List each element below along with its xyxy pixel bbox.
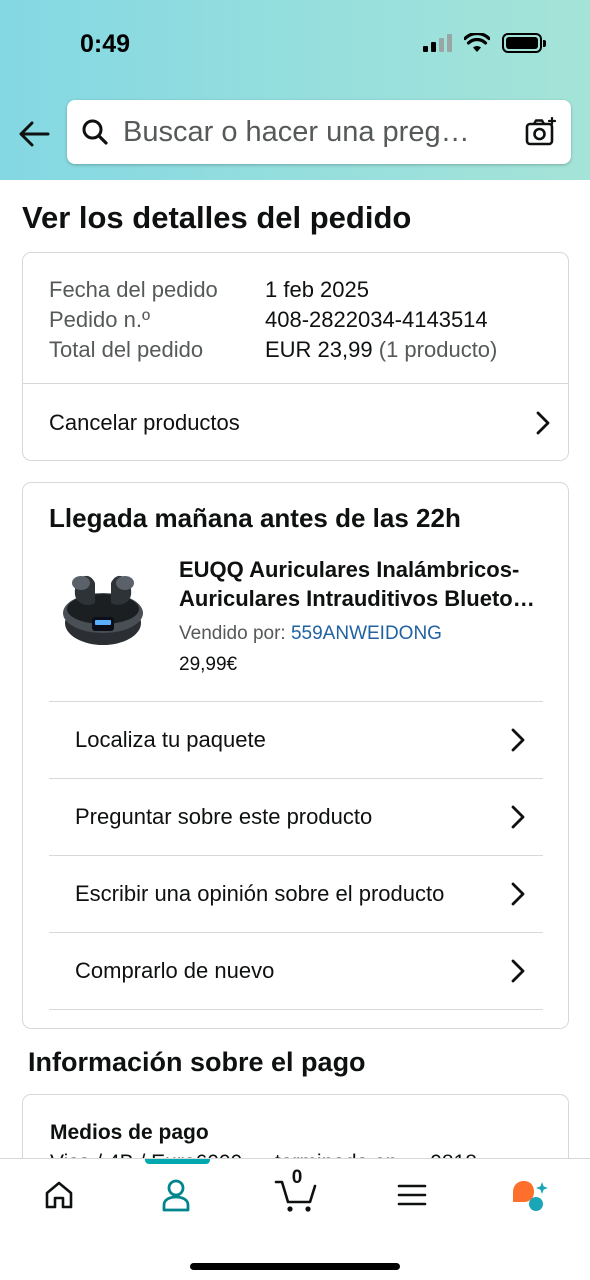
track-package-link[interactable]: Localiza tu paquete: [49, 702, 543, 778]
write-review-link[interactable]: Escribir una opinión sobre el producto: [49, 856, 543, 932]
bottom-nav: 0: [0, 1158, 590, 1280]
product-title[interactable]: EUQQ Auriculares Inalámbricos-Auriculare…: [179, 555, 549, 613]
chevron-right-icon: [536, 411, 550, 434]
back-button[interactable]: [14, 116, 54, 152]
product-image[interactable]: [55, 557, 151, 653]
order-number-value: 408-2822034-4143514: [265, 307, 488, 332]
chevron-right-icon: [511, 728, 525, 752]
back-arrow-icon: [19, 121, 50, 147]
rufus-icon: [513, 1181, 548, 1211]
menu-icon: [397, 1184, 427, 1206]
chevron-right-icon: [511, 805, 525, 829]
search-input[interactable]: [123, 115, 525, 149]
sold-by-label: Vendido por:: [179, 623, 286, 644]
home-icon: [45, 1181, 73, 1209]
order-total-value: EUR 23,99 (1 producto): [265, 335, 497, 365]
order-total-label: Total del pedido: [49, 337, 204, 362]
buy-again-link[interactable]: Comprarlo de nuevo: [49, 933, 543, 1009]
shipment-actions: Localiza tu paquete Preguntar sobre este…: [49, 701, 543, 1010]
buy-again-label: Comprarlo de nuevo: [75, 958, 275, 983]
track-package-label: Localiza tu paquete: [75, 727, 266, 752]
product-price: 29,99€: [179, 654, 238, 675]
chevron-right-icon: [511, 959, 525, 983]
seller-line: Vendido por: 559ANWEIDONG: [179, 623, 549, 645]
payment-methods-title: Medios de pago: [50, 1121, 209, 1144]
cancel-items-label: Cancelar productos: [49, 409, 240, 435]
cancel-items-link[interactable]: Cancelar productos: [23, 384, 568, 461]
status-icons: [423, 33, 546, 53]
active-tab-indicator: [145, 1159, 210, 1164]
home-indicator: [190, 1263, 400, 1270]
order-date-label: Fecha del pedido: [49, 277, 218, 302]
search-icon: [82, 119, 108, 145]
battery-icon: [502, 33, 546, 53]
order-total-amount: EUR 23,99: [265, 337, 373, 362]
page-title: Ver los detalles del pedido: [22, 200, 412, 235]
nav-home[interactable]: [29, 1173, 89, 1217]
nav-cart[interactable]: 0: [266, 1167, 326, 1217]
order-item-count: (1 producto): [378, 337, 498, 362]
write-review-label: Escribir una opinión sobre el producto: [75, 881, 445, 906]
nav-rufus[interactable]: [499, 1173, 559, 1217]
order-date-row: Fecha del pedido 1 feb 2025: [49, 275, 542, 305]
status-time: 0:49: [80, 30, 131, 58]
seller-link[interactable]: 559ANWEIDONG: [291, 623, 442, 644]
ask-product-question-label: Preguntar sobre este producto: [75, 804, 373, 829]
camera-icon[interactable]: [525, 117, 557, 147]
order-info: Fecha del pedido 1 feb 2025 Pedido n.º 4…: [23, 253, 568, 383]
delivery-status-title: Llegada mañana antes de las 22h: [49, 503, 461, 533]
account-icon: [162, 1179, 190, 1212]
order-date-value: 1 feb 2025: [265, 277, 369, 302]
order-number-row: Pedido n.º 408-2822034-4143514: [49, 305, 542, 335]
nav-account[interactable]: [146, 1173, 206, 1217]
order-total-row: Total del pedido EUR 23,99 (1 producto): [49, 335, 542, 365]
ask-product-question-link[interactable]: Preguntar sobre este producto: [49, 779, 543, 855]
payment-section-title: Información sobre el pago: [28, 1047, 366, 1077]
divider: [49, 1009, 543, 1010]
cart-count: 0: [291, 1167, 303, 1188]
shipment-card: Llegada mañana antes de las 22h EUQQ Aur…: [22, 482, 569, 1029]
chevron-right-icon: [511, 882, 525, 906]
order-summary-card: Fecha del pedido 1 feb 2025 Pedido n.º 4…: [22, 252, 569, 461]
product-info: EUQQ Auriculares Inalámbricos-Auriculare…: [179, 555, 549, 676]
search-bar[interactable]: [67, 100, 571, 164]
top-bar: 0:49: [0, 0, 590, 180]
signal-icon: [423, 34, 452, 52]
order-number-label: Pedido n.º: [49, 307, 150, 332]
wifi-icon: [464, 33, 490, 52]
nav-menu[interactable]: [382, 1173, 442, 1217]
